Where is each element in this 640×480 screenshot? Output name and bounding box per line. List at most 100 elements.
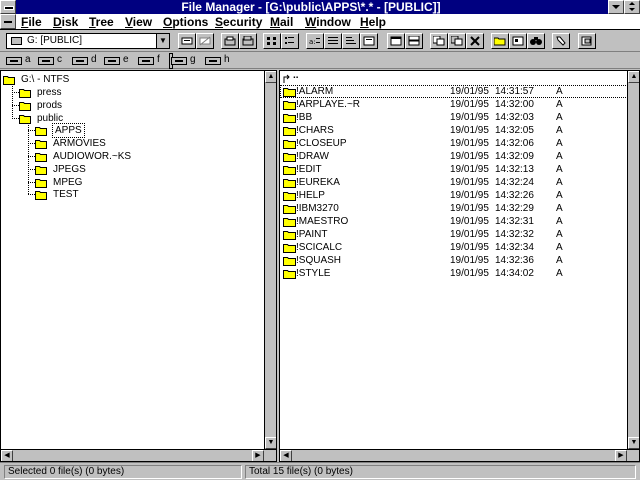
file-name: !CLOSEUP bbox=[296, 138, 347, 149]
large-icons-icon bbox=[267, 37, 276, 45]
file-row[interactable]: !PAINT 19/01/95 14:32:32 A bbox=[280, 228, 630, 241]
tile-windows-icon bbox=[408, 36, 420, 46]
tree-horizontal-scrollbar[interactable]: ◀ ▶ bbox=[1, 449, 276, 461]
file-name: !HELP bbox=[296, 190, 325, 201]
file-date: 19/01/95 bbox=[450, 164, 489, 175]
file-row[interactable]: !EDIT 19/01/95 14:32:13 A bbox=[280, 163, 630, 176]
scroll-up-icon[interactable]: ▲ bbox=[265, 71, 276, 83]
file-row[interactable]: !MAESTRO 19/01/95 14:32:31 A bbox=[280, 215, 630, 228]
folder-icon bbox=[35, 140, 47, 149]
file-row[interactable]: !CHARS 19/01/95 14:32:05 A bbox=[280, 124, 630, 137]
tile-windows-button[interactable] bbox=[405, 33, 423, 49]
large-icons-button[interactable] bbox=[263, 33, 281, 49]
permissions-button[interactable] bbox=[578, 33, 596, 49]
create-directory-button[interactable] bbox=[491, 33, 509, 49]
menu-help[interactable]: Help bbox=[360, 15, 386, 29]
file-row[interactable]: !STYLE 19/01/95 14:34:02 A bbox=[280, 267, 630, 280]
document-menu-icon bbox=[4, 21, 12, 23]
tree-item-apps[interactable]: APPS bbox=[35, 123, 155, 138]
stop-sharing-button[interactable] bbox=[239, 33, 257, 49]
system-menu-icon bbox=[4, 6, 14, 10]
file-attributes: A bbox=[556, 151, 563, 162]
menu-file[interactable]: File bbox=[21, 15, 42, 29]
drive-selector[interactable]: G: [PUBLIC] ▼ bbox=[6, 33, 170, 49]
list-view-button[interactable] bbox=[281, 33, 299, 49]
open-folder-icon bbox=[3, 76, 15, 85]
tree-root[interactable]: G:\ - NTFS bbox=[3, 74, 123, 86]
folder-icon bbox=[283, 140, 296, 149]
copy-button[interactable] bbox=[430, 33, 448, 49]
file-list-horizontal-scrollbar[interactable]: ◀ ▶ bbox=[280, 449, 639, 461]
delete-button[interactable] bbox=[466, 33, 484, 49]
minimize-button[interactable] bbox=[608, 0, 624, 14]
directory-tree-pane[interactable]: G:\ - NTFS press prods public APPS ARMOV… bbox=[0, 70, 277, 462]
folder-icon bbox=[283, 153, 296, 162]
menu-mail[interactable]: Mail bbox=[270, 15, 293, 29]
status-selected: Selected 0 file(s) (0 bytes) bbox=[4, 465, 242, 479]
tree-item-test[interactable]: TEST bbox=[35, 189, 155, 201]
menu-view[interactable]: View bbox=[125, 15, 152, 29]
sort-by-size-button[interactable] bbox=[342, 33, 360, 49]
menu-security[interactable]: Security bbox=[215, 15, 262, 29]
dropdown-arrow-icon[interactable]: ▼ bbox=[156, 34, 169, 48]
file-row[interactable]: !SCICALC 19/01/95 14:32:34 A bbox=[280, 241, 630, 254]
drive-selector-value: G: [PUBLIC] bbox=[27, 35, 83, 46]
scroll-left-icon[interactable]: ◀ bbox=[1, 450, 13, 461]
file-attributes: A bbox=[556, 86, 563, 97]
run-button[interactable] bbox=[552, 33, 570, 49]
file-attributes: A bbox=[556, 216, 563, 227]
scroll-right-icon[interactable]: ▶ bbox=[615, 450, 627, 461]
share-as-button[interactable] bbox=[221, 33, 239, 49]
connect-drive-button[interactable] bbox=[178, 33, 196, 49]
file-row[interactable]: !SQUASH 19/01/95 14:32:36 A bbox=[280, 254, 630, 267]
tree-item-press[interactable]: press bbox=[19, 87, 139, 99]
document-system-menu-button[interactable] bbox=[0, 14, 16, 29]
tree-vertical-scrollbar[interactable]: ▲ ▼ bbox=[264, 71, 276, 449]
menu-tree[interactable]: Tree bbox=[89, 15, 114, 29]
file-list-pane[interactable]: .. !ALARM 19/01/95 14:31:57 A !ARPLAYE.~R 19/… bbox=[279, 70, 640, 462]
tree-item-audioworks[interactable]: AUDIOWOR.~KS bbox=[35, 151, 155, 163]
file-list-vertical-scrollbar[interactable]: ▲ ▼ bbox=[627, 71, 639, 449]
file-row[interactable]: !BB 19/01/95 14:32:03 A bbox=[280, 111, 630, 124]
search-button[interactable] bbox=[527, 33, 545, 49]
file-row[interactable]: !HELP 19/01/95 14:32:26 A bbox=[280, 189, 630, 202]
move-button[interactable] bbox=[448, 33, 466, 49]
status-bar: Selected 0 file(s) (0 bytes) Total 15 fi… bbox=[0, 462, 640, 480]
properties-button[interactable] bbox=[509, 33, 527, 49]
tree-item-armovies[interactable]: ARMOVIES bbox=[35, 138, 155, 150]
menu-options[interactable]: Options bbox=[163, 15, 208, 29]
tree-item-prods[interactable]: prods bbox=[19, 100, 139, 112]
menu-disk[interactable]: Disk bbox=[53, 15, 78, 29]
sort-by-type-button[interactable] bbox=[324, 33, 342, 49]
file-attributes: A bbox=[556, 177, 563, 188]
scroll-left-icon[interactable]: ◀ bbox=[280, 450, 292, 461]
parent-directory-row[interactable]: .. bbox=[280, 71, 630, 85]
file-time: 14:32:09 bbox=[495, 151, 534, 162]
file-time: 14:32:06 bbox=[495, 138, 534, 149]
tree-item-jpegs[interactable]: JPEGS bbox=[35, 164, 155, 176]
file-row[interactable]: !ALARM 19/01/95 14:31:57 A bbox=[280, 85, 630, 98]
file-date: 19/01/95 bbox=[450, 255, 489, 266]
system-menu-button[interactable] bbox=[0, 0, 16, 14]
sort-by-date-button[interactable] bbox=[360, 33, 378, 49]
disconnect-drive-button[interactable] bbox=[196, 33, 214, 49]
new-window-button[interactable] bbox=[387, 33, 405, 49]
copy-icon bbox=[433, 36, 445, 46]
file-row[interactable]: !DRAW 19/01/95 14:32:09 A bbox=[280, 150, 630, 163]
scroll-up-icon[interactable]: ▲ bbox=[628, 71, 639, 83]
file-row[interactable]: !EUREKA 19/01/95 14:32:24 A bbox=[280, 176, 630, 189]
file-row[interactable]: !CLOSEUP 19/01/95 14:32:06 A bbox=[280, 137, 630, 150]
title-bar[interactable]: File Manager - [G:\public\APPS\*.* - [PU… bbox=[0, 0, 640, 14]
scroll-down-icon[interactable]: ▼ bbox=[265, 437, 276, 449]
file-row[interactable]: !ARPLAYE.~R 19/01/95 14:32:00 A bbox=[280, 98, 630, 111]
restore-button[interactable] bbox=[624, 0, 640, 14]
scroll-down-icon[interactable]: ▼ bbox=[628, 437, 639, 449]
file-date: 19/01/95 bbox=[450, 86, 489, 97]
scroll-right-icon[interactable]: ▶ bbox=[252, 450, 264, 461]
file-attributes: A bbox=[556, 99, 563, 110]
file-row[interactable]: !IBM3270 19/01/95 14:32:29 A bbox=[280, 202, 630, 215]
menu-window[interactable]: Window bbox=[305, 15, 351, 29]
file-time: 14:32:32 bbox=[495, 229, 534, 240]
folder-icon bbox=[35, 166, 47, 175]
sort-by-name-button[interactable]: a: bbox=[306, 33, 324, 49]
